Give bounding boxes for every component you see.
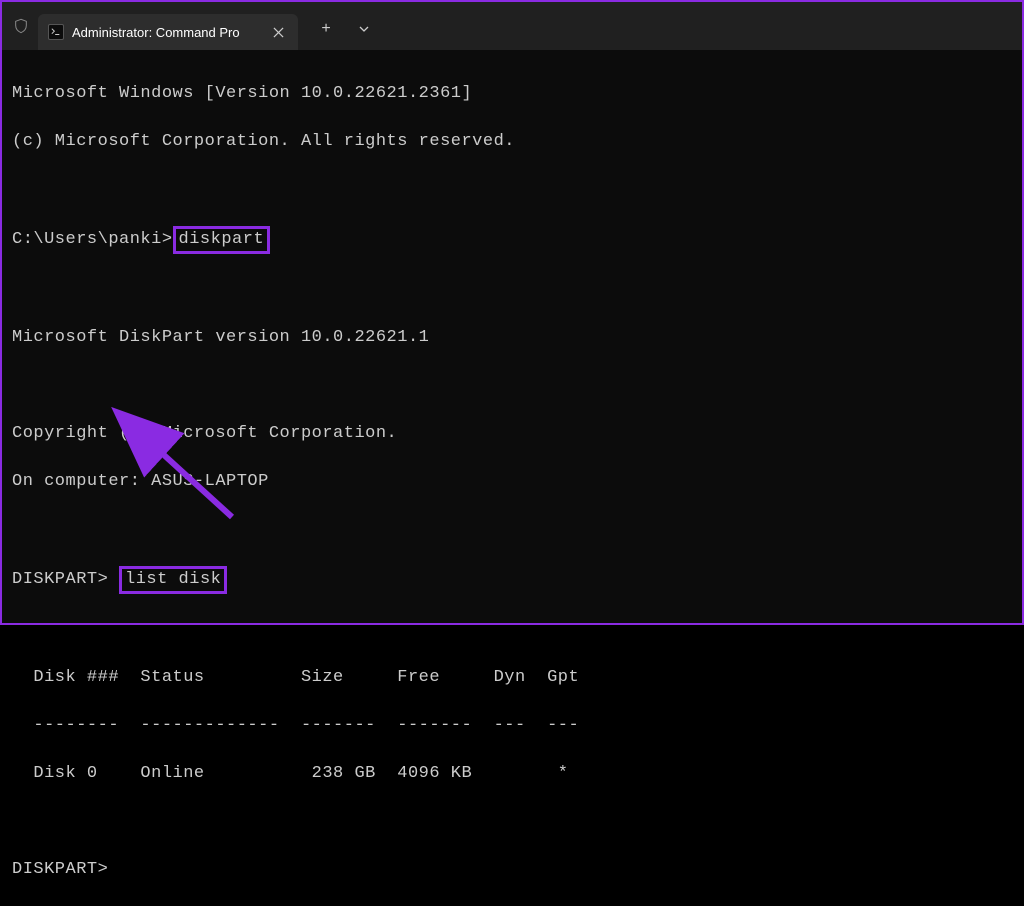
new-tab-button[interactable]: + <box>310 13 342 45</box>
terminal-output[interactable]: Microsoft Windows [Version 10.0.22621.23… <box>2 50 1022 623</box>
blank <box>12 278 1012 302</box>
disk-table-header: Disk ### Status Size Free Dyn Gpt <box>12 666 1012 690</box>
tab-dropdown-button[interactable] <box>348 13 380 45</box>
disk-table-divider: -------- ------------- ------- ------- -… <box>12 714 1012 738</box>
computer-name-line: On computer: ASUS-LAPTOP <box>12 470 1012 494</box>
terminal-tab-icon <box>48 24 64 40</box>
window-titlebar: Administrator: Command Pro + <box>2 2 1022 50</box>
prompt-diskpart: C:\Users\panki>diskpart <box>12 226 1012 254</box>
tab-title: Administrator: Command Pro <box>72 25 260 40</box>
prompt-path: C:\Users\panki> <box>12 230 173 249</box>
blank <box>12 178 1012 202</box>
disk-table-row: Disk 0 Online 238 GB 4096 KB * <box>12 762 1012 786</box>
windows-version-line: Microsoft Windows [Version 10.0.22621.23… <box>12 82 1012 106</box>
tab-close-button[interactable] <box>268 22 288 42</box>
listdisk-command-highlight: list disk <box>119 566 227 594</box>
terminal-tab[interactable]: Administrator: Command Pro <box>38 14 298 50</box>
diskpart-prompt: DISKPART> <box>12 570 108 589</box>
diskpart-prompt-empty: DISKPART> <box>12 858 1012 882</box>
prompt-listdisk: DISKPART> list disk <box>12 566 1012 594</box>
diskpart-command-highlight: diskpart <box>173 226 271 254</box>
blank <box>12 374 1012 398</box>
copyright-line: (c) Microsoft Corporation. All rights re… <box>12 130 1012 154</box>
blank <box>12 518 1012 542</box>
blank <box>12 618 1012 642</box>
shield-icon <box>12 16 30 36</box>
diskpart-version-line: Microsoft DiskPart version 10.0.22621.1 <box>12 326 1012 350</box>
diskpart-copyright-line: Copyright (C) Microsoft Corporation. <box>12 422 1012 446</box>
blank <box>12 810 1012 834</box>
